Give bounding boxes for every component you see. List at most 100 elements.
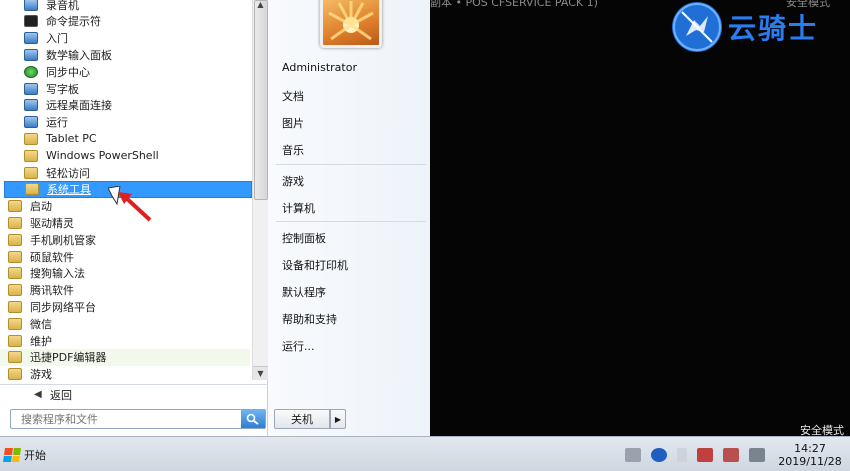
program-item[interactable]: 硕鼠软件 bbox=[0, 248, 250, 265]
default-programs-link[interactable]: 默认程序 bbox=[282, 284, 326, 300]
getting-started-icon bbox=[24, 32, 38, 45]
program-item-label: 驱动精灵 bbox=[30, 216, 74, 230]
folder-icon bbox=[24, 166, 38, 179]
back-arrow-icon: ◀ bbox=[34, 389, 42, 400]
program-item[interactable]: 同步中心 bbox=[0, 63, 250, 80]
program-item-label: 同步网络平台 bbox=[30, 300, 96, 314]
scroll-down-icon[interactable]: ▼ bbox=[253, 366, 268, 380]
start-label: 开始 bbox=[24, 449, 46, 462]
computer-link[interactable]: 计算机 bbox=[282, 200, 315, 216]
program-item[interactable]: 入门 bbox=[0, 30, 250, 47]
program-item[interactable]: 搜狗输入法 bbox=[0, 265, 250, 282]
program-item[interactable]: 迅捷PDF编辑器 bbox=[0, 348, 250, 366]
program-item[interactable]: 游戏 bbox=[0, 366, 250, 380]
folder-icon bbox=[8, 267, 22, 280]
sync-icon bbox=[24, 65, 38, 78]
program-item-label: 写字板 bbox=[46, 82, 79, 96]
program-item[interactable]: 运行 bbox=[0, 114, 250, 131]
math-input-icon bbox=[24, 48, 38, 61]
folder-icon bbox=[8, 351, 22, 364]
user-name-link[interactable]: Administrator bbox=[282, 61, 357, 74]
program-item-label: 启动 bbox=[30, 200, 52, 214]
program-item[interactable]: 写字板 bbox=[0, 80, 250, 97]
scroll-thumb[interactable] bbox=[254, 0, 268, 200]
volume-icon[interactable] bbox=[749, 447, 765, 462]
music-link[interactable]: 音乐 bbox=[282, 142, 304, 158]
program-item[interactable]: 手机刷机管家 bbox=[0, 231, 250, 248]
program-item[interactable]: 远程桌面连接 bbox=[0, 97, 250, 114]
search-icon[interactable] bbox=[241, 410, 265, 428]
show-hidden-icon[interactable] bbox=[677, 447, 687, 462]
watermark-logo: 云骑士 bbox=[672, 2, 818, 52]
clock-date: 2019/11/28 bbox=[778, 454, 842, 468]
program-item[interactable]: 腾讯软件 bbox=[0, 282, 250, 299]
back-button[interactable]: ◀ 返回 bbox=[0, 384, 268, 404]
search-box[interactable] bbox=[10, 409, 266, 429]
right-pane: Administrator 文档 图片 音乐 游戏 计算机 控制面板 设备和打印… bbox=[268, 0, 430, 436]
program-item[interactable]: 微信 bbox=[0, 315, 250, 332]
scroll-up-icon[interactable]: ▲ bbox=[253, 0, 268, 10]
folder-icon bbox=[8, 300, 22, 313]
control-panel-link[interactable]: 控制面板 bbox=[282, 230, 326, 246]
program-item-label: Windows PowerShell bbox=[46, 149, 159, 163]
games-link[interactable]: 游戏 bbox=[282, 173, 304, 189]
folder-icon bbox=[8, 200, 22, 213]
folder-icon bbox=[8, 317, 22, 330]
search-input[interactable] bbox=[11, 410, 241, 428]
shutdown-options-icon[interactable]: ▶ bbox=[330, 409, 346, 429]
help-support-link[interactable]: 帮助和支持 bbox=[282, 311, 337, 327]
user-picture[interactable] bbox=[320, 0, 382, 48]
program-item[interactable]: 录音机 bbox=[0, 0, 250, 13]
folder-icon bbox=[8, 368, 22, 380]
program-item[interactable]: 数学输入面板 bbox=[0, 46, 250, 63]
program-item-label: 入门 bbox=[46, 32, 68, 46]
scrollbar[interactable]: ▲ ▼ bbox=[252, 0, 268, 380]
pictures-link[interactable]: 图片 bbox=[282, 115, 304, 131]
start-button[interactable]: 开始 bbox=[3, 444, 46, 466]
folder-icon bbox=[25, 183, 39, 196]
folder-icon bbox=[8, 233, 22, 246]
program-item-label: 系统工具 bbox=[47, 183, 91, 197]
microphone-icon bbox=[24, 0, 38, 11]
terminal-icon bbox=[24, 15, 38, 28]
remote-desktop-icon bbox=[24, 99, 38, 112]
program-item-label: 同步中心 bbox=[46, 65, 90, 79]
program-item[interactable]: Windows PowerShell bbox=[0, 147, 250, 164]
divider bbox=[276, 221, 426, 222]
clock[interactable]: 14:27 2019/11/28 bbox=[770, 442, 850, 468]
program-item-label: 手机刷机管家 bbox=[30, 233, 96, 247]
program-item[interactable]: Tablet PC bbox=[0, 130, 250, 147]
program-item-label: 命令提示符 bbox=[46, 15, 101, 29]
watermark-text: 云骑士 bbox=[728, 12, 819, 45]
network-error-icon[interactable] bbox=[697, 447, 713, 462]
program-item-label: 录音机 bbox=[46, 0, 79, 12]
program-item-label: 运行 bbox=[46, 116, 68, 130]
folder-icon bbox=[24, 132, 38, 145]
keyboard-icon[interactable] bbox=[625, 447, 641, 462]
program-item[interactable]: 维护 bbox=[0, 332, 250, 349]
run-link[interactable]: 运行... bbox=[282, 338, 315, 354]
folder-icon bbox=[8, 216, 22, 229]
devices-printers-link[interactable]: 设备和打印机 bbox=[282, 257, 348, 273]
start-menu: 录音机命令提示符入门 数学输入面板同步中心写字板远程桌面连接 运行 Tablet PC… bbox=[0, 0, 430, 436]
program-item[interactable]: 命令提示符 bbox=[0, 13, 250, 30]
program-item-label: 迅捷PDF编辑器 bbox=[30, 351, 107, 365]
system-tray: 14:27 2019/11/28 bbox=[620, 437, 850, 471]
program-item-label: 维护 bbox=[30, 334, 52, 348]
program-item[interactable]: 同步网络平台 bbox=[0, 298, 250, 315]
background-text: 副本 • POS CFSERVICE PACK 1) bbox=[430, 0, 598, 9]
shutdown-button[interactable]: 关机 bbox=[274, 409, 330, 429]
program-item-label: 远程桌面连接 bbox=[46, 99, 112, 113]
taskbar: 开始 14:27 2019/11/28 bbox=[0, 436, 850, 471]
help-icon[interactable] bbox=[651, 447, 667, 462]
folder-icon bbox=[8, 250, 22, 263]
program-item-label: 游戏 bbox=[30, 368, 52, 380]
wordpad-icon bbox=[24, 82, 38, 95]
documents-link[interactable]: 文档 bbox=[282, 88, 304, 104]
program-item[interactable]: 轻松访问 bbox=[0, 164, 250, 181]
back-label: 返回 bbox=[50, 388, 72, 402]
flag-error-icon[interactable] bbox=[723, 447, 739, 462]
program-item-label: 轻松访问 bbox=[46, 166, 90, 180]
folder-icon bbox=[8, 334, 22, 347]
run-icon bbox=[24, 116, 38, 129]
